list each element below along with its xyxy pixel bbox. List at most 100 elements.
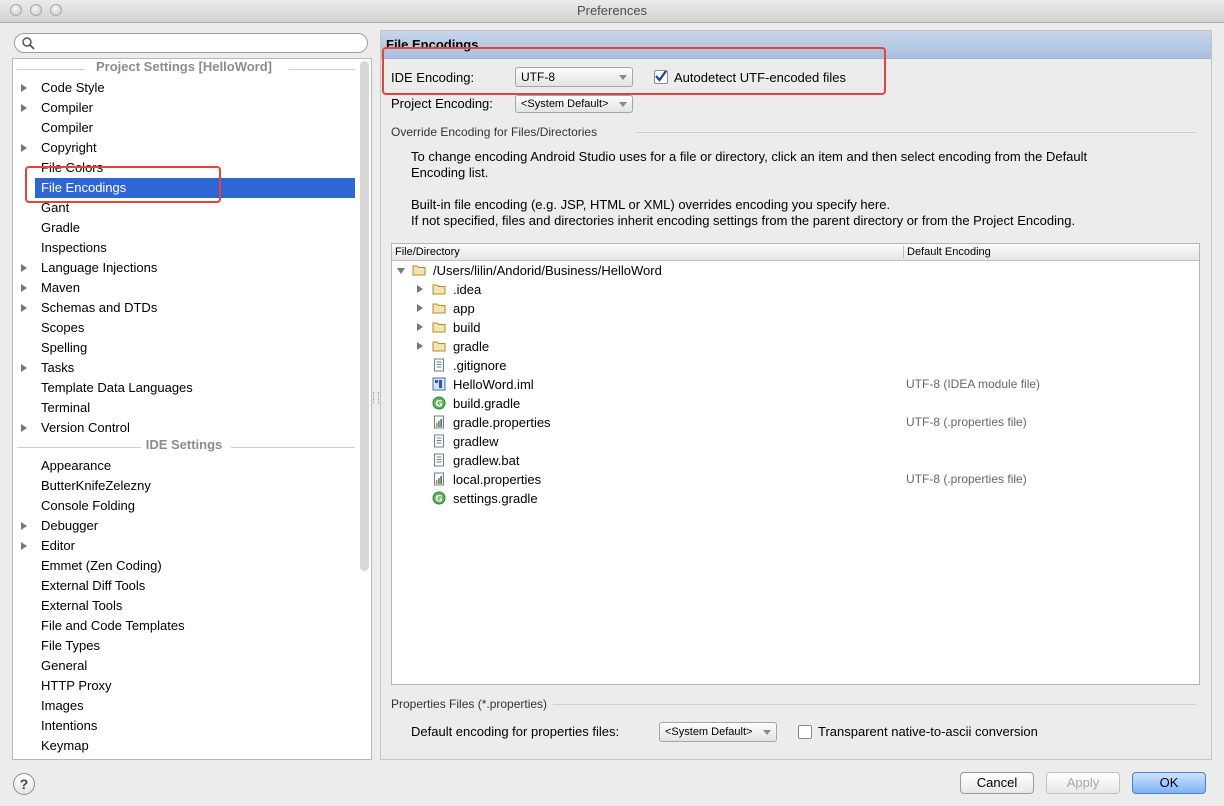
default-properties-encoding-select[interactable]: <System Default> <box>659 722 777 742</box>
sidebar-item[interactable]: Inspections <box>13 238 355 258</box>
title-bar: Preferences <box>0 0 1224 23</box>
expand-arrow-icon[interactable] <box>21 542 27 550</box>
table-row[interactable]: .idea <box>392 280 1199 299</box>
header-divider <box>17 69 85 70</box>
file-encoding-value[interactable]: UTF-8 (.properties file) <box>906 413 1027 432</box>
sidebar-item[interactable]: Version Control <box>13 418 355 438</box>
file-name: gradle.properties <box>453 415 551 430</box>
sidebar-item[interactable]: Keymap <box>13 736 355 756</box>
gradle-file-icon: G <box>432 396 446 410</box>
sidebar-item[interactable]: Spelling <box>13 338 355 358</box>
sidebar-item-label: Inspections <box>41 240 107 255</box>
expand-arrow-icon[interactable] <box>21 264 27 272</box>
sidebar-item[interactable]: Language Injections <box>13 258 355 278</box>
sidebar-item[interactable]: Appearance <box>13 456 355 476</box>
sidebar-item[interactable]: Editor <box>13 536 355 556</box>
help-button[interactable]: ? <box>13 773 35 795</box>
settings-tree-scrollbar[interactable] <box>360 61 369 571</box>
expand-arrow-icon[interactable] <box>417 304 423 312</box>
sidebar-item[interactable]: Copyright <box>13 138 355 158</box>
column-header-encoding[interactable]: Default Encoding <box>904 244 991 260</box>
table-row[interactable]: gradlew.bat <box>392 451 1199 470</box>
sidebar-item[interactable]: File Types <box>13 636 355 656</box>
sidebar-item[interactable]: Tasks <box>13 358 355 378</box>
table-row[interactable]: gradle.properties UTF-8 (.properties file… <box>392 413 1199 432</box>
minimize-window-button[interactable] <box>30 4 42 16</box>
cancel-button[interactable]: Cancel <box>960 772 1034 794</box>
expand-arrow-icon[interactable] <box>21 364 27 372</box>
sidebar-item[interactable]: Compiler <box>13 118 355 138</box>
sidebar-item[interactable]: Console Folding <box>13 496 355 516</box>
expand-arrow-icon[interactable] <box>21 144 27 152</box>
sidebar-item[interactable]: Intentions <box>13 716 355 736</box>
sidebar-item[interactable]: Maven <box>13 278 355 298</box>
sidebar-item[interactable]: Scopes <box>13 318 355 338</box>
expand-arrow-icon[interactable] <box>417 323 423 331</box>
splitter-handle[interactable] <box>373 392 379 404</box>
settings-search-input[interactable] <box>14 33 368 53</box>
sidebar-item[interactable]: HTTP Proxy <box>13 676 355 696</box>
table-row[interactable]: app <box>392 299 1199 318</box>
table-row[interactable]: local.properties UTF-8 (.properties file) <box>392 470 1199 489</box>
sidebar-item-label: File Types <box>41 638 101 653</box>
apply-button[interactable]: Apply <box>1046 772 1120 794</box>
sidebar-item[interactable]: Terminal <box>13 398 355 418</box>
sidebar-item[interactable]: Gradle <box>13 218 355 238</box>
sidebar-item[interactable]: File Colors <box>13 158 355 178</box>
transparent-conversion-checkbox[interactable] <box>798 725 812 739</box>
settings-tree[interactable]: Project Settings [HelloWord] Code Style Co… <box>12 58 372 760</box>
file-name: build.gradle <box>453 396 521 411</box>
expand-arrow-icon[interactable] <box>21 104 27 112</box>
file-name: gradlew <box>453 434 499 449</box>
file-encoding-value[interactable]: UTF-8 (IDEA module file) <box>906 375 1040 394</box>
table-row[interactable]: gradle <box>392 337 1199 356</box>
ok-button[interactable]: OK <box>1132 772 1206 794</box>
expand-arrow-icon[interactable] <box>21 284 27 292</box>
sidebar-item[interactable]: Gant <box>13 198 355 218</box>
sidebar-item[interactable]: File Encodings <box>35 178 355 198</box>
close-window-button[interactable] <box>10 4 22 16</box>
chevron-down-icon <box>619 102 627 107</box>
expand-arrow-icon[interactable] <box>417 285 423 293</box>
sidebar-item[interactable]: File and Code Templates <box>13 616 355 636</box>
sidebar-item[interactable]: Schemas and DTDs <box>13 298 355 318</box>
expand-arrow-icon[interactable] <box>21 304 27 312</box>
file-name: .idea <box>453 282 482 297</box>
table-row[interactable]: /Users/lilin/Andorid/Business/HelloWord <box>392 261 1199 280</box>
table-row[interactable]: HelloWord.iml UTF-8 (IDEA module file) <box>392 375 1199 394</box>
table-row[interactable]: Gbuild.gradle <box>392 394 1199 413</box>
column-header-file[interactable]: File/Directory <box>392 244 460 260</box>
expand-arrow-icon[interactable] <box>21 84 27 92</box>
collapse-arrow-icon[interactable] <box>397 268 405 274</box>
sidebar-item[interactable]: Code Style <box>13 78 355 98</box>
table-row[interactable]: Gsettings.gradle <box>392 489 1199 508</box>
sidebar-item[interactable]: Template Data Languages <box>13 378 355 398</box>
sidebar-item-label: Compiler <box>41 100 94 115</box>
sidebar-item[interactable]: ButterKnifeZelezny <box>13 476 355 496</box>
zoom-window-button[interactable] <box>50 4 62 16</box>
expand-arrow-icon[interactable] <box>21 522 27 530</box>
sidebar-item-label: External Tools <box>41 598 123 613</box>
expand-arrow-icon[interactable] <box>21 424 27 432</box>
ide-encoding-select[interactable]: UTF-8 <box>515 67 633 87</box>
sidebar-item-label: HTTP Proxy <box>41 678 112 693</box>
sidebar-item[interactable]: Debugger <box>13 516 355 536</box>
sidebar-item-label: External Diff Tools <box>41 578 146 593</box>
sidebar-item[interactable]: Images <box>13 696 355 716</box>
table-row[interactable]: .gitignore <box>392 356 1199 375</box>
file-encoding-table[interactable]: File/Directory Default Encoding /Users/l… <box>391 243 1200 685</box>
sidebar-item[interactable]: External Tools <box>13 596 355 616</box>
autodetect-utf-label: Autodetect UTF-encoded files <box>674 70 846 85</box>
expand-arrow-icon[interactable] <box>417 342 423 350</box>
table-row[interactable]: build <box>392 318 1199 337</box>
table-row[interactable]: gradlew <box>392 432 1199 451</box>
sidebar-item[interactable]: External Diff Tools <box>13 576 355 596</box>
sidebar-item[interactable]: Compiler <box>13 98 355 118</box>
folder-icon <box>432 303 446 314</box>
autodetect-utf-checkbox[interactable] <box>654 70 668 84</box>
sidebar-item[interactable]: Emmet (Zen Coding) <box>13 556 355 576</box>
project-encoding-select[interactable]: <System Default> <box>515 95 633 113</box>
file-encoding-value[interactable]: UTF-8 (.properties file) <box>906 470 1027 489</box>
sidebar-item-label: Spelling <box>41 340 88 355</box>
sidebar-item[interactable]: General <box>13 656 355 676</box>
